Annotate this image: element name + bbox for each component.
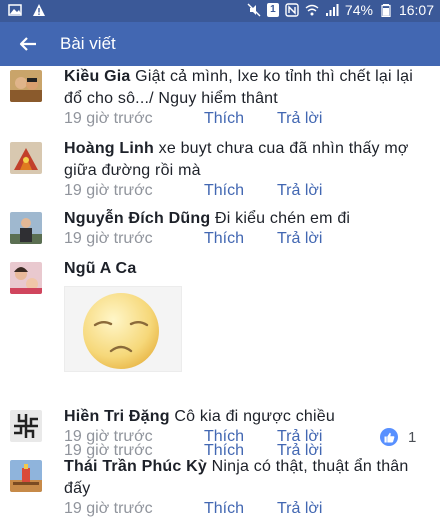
sad-face-sticker[interactable] xyxy=(64,286,182,372)
image-icon xyxy=(8,4,22,16)
comment-text: Đi kiểu chén em đi xyxy=(214,210,351,227)
comment-time: 19 giờ trước xyxy=(64,500,153,517)
comment-time: 19 giờ trước xyxy=(64,428,153,445)
avatar[interactable] xyxy=(10,262,42,294)
status-bar: 1 74% 16:07 xyxy=(0,0,440,22)
sim-icon: 1 xyxy=(266,3,279,17)
comment-author[interactable]: Thái Trần Phúc Kỳ xyxy=(64,458,207,475)
signal-icon xyxy=(325,4,339,16)
comment-time: 19 giờ trước xyxy=(64,182,153,199)
mute-icon xyxy=(247,3,261,17)
arrow-left-icon xyxy=(19,37,36,51)
avatar[interactable] xyxy=(10,142,42,174)
comment-time: 19 giờ trước xyxy=(64,110,153,127)
reply-button[interactable]: Trả lời xyxy=(277,428,322,446)
comment-time: 19 giờ trước xyxy=(64,230,153,247)
comment-author[interactable]: Nguyễn Đích Dũng xyxy=(64,210,210,227)
nfc-icon xyxy=(285,3,299,17)
reply-button[interactable]: Trả lời xyxy=(277,110,322,128)
like-button[interactable]: Thích xyxy=(204,182,277,200)
wifi-icon xyxy=(305,4,319,16)
comment-text: Cô kia đi ngược chiều xyxy=(174,408,335,425)
thumbs-up-icon xyxy=(380,428,398,446)
like-button[interactable]: Thích xyxy=(204,500,277,518)
like-count-value: 1 xyxy=(408,428,417,446)
battery-percent: 74% xyxy=(344,2,373,18)
avatar[interactable] xyxy=(10,212,42,244)
comment-author[interactable]: Kiều Gia xyxy=(64,68,131,85)
like-count[interactable]: 1 xyxy=(380,428,416,446)
reply-button[interactable]: Trả lời xyxy=(277,182,322,200)
like-button[interactable]: Thích xyxy=(204,230,277,248)
avatar[interactable] xyxy=(10,70,42,102)
avatar[interactable] xyxy=(10,410,42,442)
like-button[interactable]: Thích xyxy=(204,428,277,446)
page-title: Bài viết xyxy=(60,34,116,53)
reply-button[interactable]: Trả lời xyxy=(277,230,322,248)
warning-icon xyxy=(33,4,45,16)
battery-icon xyxy=(381,4,391,17)
like-button[interactable]: Thích xyxy=(204,110,277,128)
app-bar: Bài viết xyxy=(0,22,440,66)
comment-author[interactable]: Hoàng Linh xyxy=(64,140,154,157)
comment-author[interactable]: Ngũ A Ca xyxy=(64,260,136,277)
comment-author[interactable]: Hiền Tri Đặng xyxy=(64,408,170,425)
back-button[interactable] xyxy=(14,32,42,56)
reply-button[interactable]: Trả lời xyxy=(277,500,322,518)
clock: 16:07 xyxy=(398,2,434,18)
avatar[interactable] xyxy=(10,460,42,492)
